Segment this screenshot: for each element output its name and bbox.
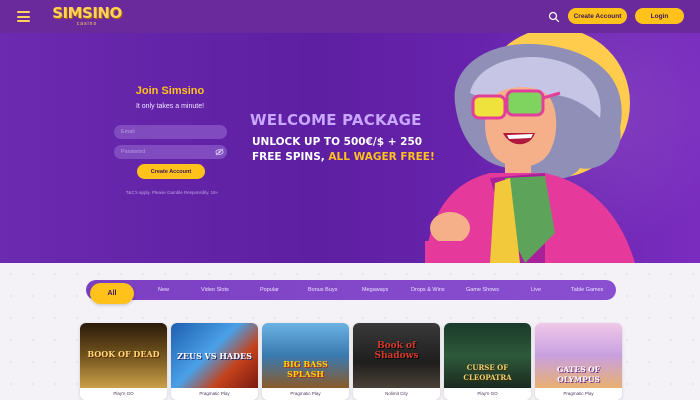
category-game-shows[interactable]: Game Shows (466, 287, 499, 293)
category-video-slots[interactable]: Video Slots (201, 287, 229, 293)
hero-banner: Join Simsino It only takes a minute! Cre… (0, 33, 700, 263)
category-new[interactable]: New (158, 287, 169, 293)
game-title: BOOK OF DEAD (87, 349, 160, 359)
create-account-button[interactable]: Create Account (137, 164, 205, 179)
simsino-logo[interactable]: SIMSINO casino (52, 5, 122, 27)
email-field[interactable] (114, 125, 227, 139)
game-title: ZEUS VS HADES (177, 351, 252, 361)
game-thumbnail: ZEUS VS HADES (171, 323, 258, 388)
logo-wordmark: SIMSINO (52, 4, 122, 22)
eye-icon[interactable] (215, 148, 224, 156)
category-bonus-buys[interactable]: Bonus Buys (308, 287, 337, 293)
category-popular[interactable]: Popular (260, 287, 279, 293)
game-title: Book of Shadows (374, 341, 419, 361)
password-field[interactable] (114, 145, 227, 159)
top-navigation-bar: SIMSINO casino Create Account Login (0, 0, 700, 33)
game-provider: Pragmatic Play (535, 388, 622, 400)
join-title: Join Simsino (135, 85, 205, 97)
game-title: GATES OF OLYMPUS (557, 365, 600, 384)
game-thumbnail: BIG BASS SPLASH (262, 323, 349, 388)
game-tile-book-of-shadows[interactable]: Book of Shadows Nolimit City (353, 323, 440, 400)
terms-text: T&C's apply. Please Gamble Responsibly. … (125, 190, 219, 195)
game-tile-curse-of-cleopatra[interactable]: CURSE OF CLEOPATRA Play'n GO (444, 323, 531, 400)
game-title: CURSE OF CLEOPATRA (463, 363, 512, 382)
category-drops-wins[interactable]: Drops & Wins (411, 287, 445, 293)
game-tile-zeus-vs-hades[interactable]: ZEUS VS HADES Pragmatic Play (171, 323, 258, 400)
game-title: BIG BASS SPLASH (283, 359, 328, 379)
hero-character-illustration (425, 33, 635, 263)
category-bar: New Video Slots Popular Bonus Buys Megaw… (86, 280, 616, 300)
create-account-button-header[interactable]: Create Account (568, 8, 627, 24)
game-thumbnail: CURSE OF CLEOPATRA (444, 323, 531, 388)
game-thumbnail: Book of Shadows (353, 323, 440, 388)
game-provider: Play'n GO (444, 388, 531, 400)
game-provider: Nolimit City (353, 388, 440, 400)
category-live[interactable]: Live (531, 287, 541, 293)
game-provider: Play'n GO (80, 388, 167, 400)
promo-line-2-prefix: FREE SPINS, (252, 151, 329, 163)
category-megaways[interactable]: Megaways (362, 287, 388, 293)
game-tile-big-bass-splash[interactable]: BIG BASS SPLASH Pragmatic Play (262, 323, 349, 400)
game-tile-gates-of-olympus[interactable]: GATES OF OLYMPUS Pragmatic Play (535, 323, 622, 400)
category-all[interactable]: All (90, 283, 134, 304)
game-thumbnail: BOOK OF DEAD (80, 323, 167, 388)
game-grid: BOOK OF DEAD Play'n GO ZEUS VS HADES Pra… (80, 323, 622, 400)
login-button[interactable]: Login (635, 8, 684, 24)
join-subtitle: It only takes a minute! (135, 103, 205, 110)
game-provider: Pragmatic Play (171, 388, 258, 400)
hamburger-menu-icon[interactable] (17, 11, 30, 22)
search-icon[interactable] (548, 11, 560, 23)
game-tile-book-of-dead[interactable]: BOOK OF DEAD Play'n GO (80, 323, 167, 400)
game-thumbnail: GATES OF OLYMPUS (535, 323, 622, 388)
game-provider: Pragmatic Play (262, 388, 349, 400)
category-table-games[interactable]: Table Games (571, 287, 603, 293)
